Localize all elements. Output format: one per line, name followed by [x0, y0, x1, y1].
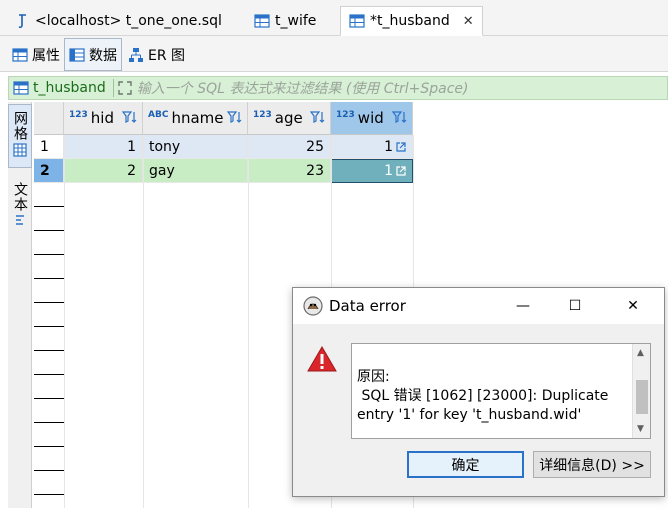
table-icon: [254, 14, 270, 28]
cell-value: 1: [384, 138, 393, 155]
column-divider: [64, 135, 65, 508]
column-divider: [248, 135, 249, 508]
editor-tab-label: <localhost> t_one_one.sql: [35, 13, 222, 29]
close-button[interactable]: ✕: [610, 288, 656, 324]
error-message-text: 原因: SQL 错误 [1062] [23000]: Duplicate ent…: [357, 369, 609, 423]
scroll-up-icon[interactable]: ▲: [637, 348, 644, 358]
table-icon: [349, 14, 365, 28]
cell-hid[interactable]: 1: [64, 135, 143, 159]
editor-tab-label: *t_husband: [370, 13, 450, 29]
sql-script-icon: [18, 14, 26, 29]
data-error-dialog: Data error — ☐ ✕ 原因: SQL 错误 [1062] [2300…: [292, 287, 665, 497]
numeric-type-icon: 123: [336, 110, 355, 120]
empty-row-marker: [34, 206, 64, 207]
er-diagram-icon: [129, 47, 143, 62]
tab-properties[interactable]: 属性: [8, 38, 64, 71]
empty-row-marker: [34, 470, 64, 471]
cell-age[interactable]: 23: [248, 159, 331, 183]
tab-label: 数据: [89, 47, 117, 64]
empty-row-marker: [34, 350, 64, 351]
cell-value: 1: [384, 163, 393, 179]
empty-row-marker: [34, 254, 64, 255]
column-name: age: [274, 109, 303, 127]
filter-table-label: t_husband: [33, 80, 106, 96]
message-scrollbar[interactable]: ▲ ▼: [632, 344, 650, 438]
error-warning-icon: [307, 346, 337, 372]
cell-wid[interactable]: 1: [331, 135, 413, 159]
sort-filter-icon[interactable]: [122, 110, 138, 124]
row-number-header: [34, 102, 64, 135]
column-header-wid[interactable]: 123 wid: [331, 102, 413, 135]
empty-row-marker: [34, 230, 64, 231]
minimize-button[interactable]: —: [500, 288, 546, 324]
cell-wid-focused[interactable]: 1: [331, 159, 413, 183]
cell-hid[interactable]: 2: [64, 159, 143, 183]
empty-row-marker: [34, 446, 64, 447]
row-number[interactable]: 1: [34, 135, 64, 159]
scrollbar-thumb[interactable]: [636, 380, 648, 414]
column-name: hname: [171, 109, 224, 127]
tab-label: ER 图: [148, 47, 186, 64]
numeric-type-icon: 123: [253, 110, 272, 120]
empty-row-marker: [34, 422, 64, 423]
data-icon: [69, 47, 85, 62]
editor-tab-t-wife[interactable]: t_wife: [246, 6, 324, 36]
vertical-tab-label: 网格: [12, 111, 28, 141]
grid-icon: [13, 143, 27, 157]
empty-row-marker: [34, 302, 64, 303]
table-icon: [13, 81, 29, 95]
sort-filter-icon[interactable]: [310, 110, 326, 124]
scroll-down-icon[interactable]: ▼: [637, 424, 644, 434]
editor-tab-t-husband[interactable]: *t_husband ✕: [340, 6, 483, 36]
expand-icon[interactable]: [117, 80, 133, 96]
sort-filter-icon[interactable]: [392, 110, 408, 124]
column-header-hname[interactable]: ABC hname: [143, 102, 248, 135]
vertical-tab-label: 文本: [12, 182, 28, 212]
empty-row-marker: [34, 326, 64, 327]
filter-bar: t_husband 输入一个 SQL 表达式来过滤结果 (使用 Ctrl+Spa…: [8, 76, 668, 100]
cell-age[interactable]: 25: [248, 135, 331, 159]
dialog-title: Data error: [329, 297, 406, 315]
foreign-key-link-icon[interactable]: [396, 166, 406, 176]
error-message-box[interactable]: 原因: SQL 错误 [1062] [23000]: Duplicate ent…: [351, 343, 651, 439]
empty-row-marker: [34, 374, 64, 375]
tab-grid-view[interactable]: 网格: [8, 104, 32, 168]
column-name: hid: [90, 109, 114, 127]
filter-input[interactable]: 输入一个 SQL 表达式来过滤结果 (使用 Ctrl+Space): [137, 78, 469, 98]
cell-hname[interactable]: gay: [143, 159, 248, 183]
column-name: wid: [357, 109, 384, 127]
empty-row-marker: [34, 278, 64, 279]
tab-label: 属性: [32, 47, 60, 64]
filter-divider: [112, 79, 114, 97]
empty-row-marker: [34, 398, 64, 399]
maximize-button[interactable]: ☐: [552, 288, 598, 324]
details-button[interactable]: 详细信息(D) >>: [533, 451, 651, 478]
properties-icon: [12, 47, 28, 62]
row-number[interactable]: 2: [34, 159, 64, 183]
filter-table-name[interactable]: t_husband: [9, 80, 110, 96]
tab-text-view[interactable]: 文本: [8, 182, 32, 234]
dbeaver-app-icon: [303, 296, 323, 316]
text-icon: [16, 215, 24, 225]
editor-sub-tab-bar: 属性 数据 ER 图: [0, 36, 668, 72]
cell-hname[interactable]: tony: [143, 135, 248, 159]
text-type-icon: ABC: [148, 110, 169, 120]
dialog-title-bar[interactable]: Data error — ☐ ✕: [293, 288, 664, 324]
tab-data[interactable]: 数据: [64, 38, 122, 71]
close-tab-icon[interactable]: ✕: [463, 14, 474, 29]
editor-tab-bar: <localhost> t_one_one.sql t_wife *t_husb…: [0, 0, 668, 36]
numeric-type-icon: 123: [69, 110, 88, 120]
sort-filter-icon[interactable]: [227, 110, 243, 124]
tab-er-diagram[interactable]: ER 图: [124, 38, 189, 71]
foreign-key-link-icon[interactable]: [396, 141, 406, 152]
ok-button[interactable]: 确定: [407, 451, 524, 478]
column-header-age[interactable]: 123 age: [248, 102, 331, 135]
editor-tab-label: t_wife: [275, 13, 317, 29]
column-header-hid[interactable]: 123 hid: [64, 102, 143, 135]
column-divider: [143, 135, 144, 508]
editor-tab-sql-script[interactable]: <localhost> t_one_one.sql: [8, 6, 230, 36]
empty-row-marker: [34, 494, 64, 495]
view-mode-strip: 网格 文本: [8, 102, 32, 508]
